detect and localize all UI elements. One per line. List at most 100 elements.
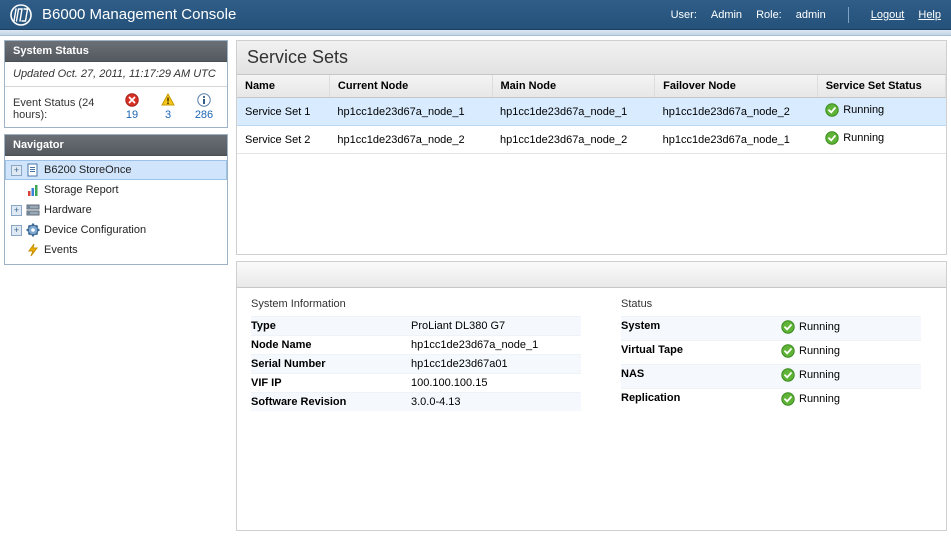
cell-name: Service Set 2: [237, 126, 329, 154]
sysinfo-row: TypeProLiant DL380 G7: [251, 316, 581, 335]
column-header[interactable]: Name: [237, 75, 329, 98]
spacer: [11, 245, 22, 256]
nav-item-label: Storage Report: [44, 184, 119, 196]
navigator-panel: Navigator + B6200 StoreOnce Storage Report…: [4, 134, 228, 265]
page-title: Service Sets: [237, 41, 946, 75]
table-row[interactable]: Service Set 2hp1cc1de23d67a_node_2hp1cc1…: [237, 126, 946, 154]
status-row: SystemRunning: [621, 316, 921, 340]
system-status-panel: System Status Updated Oct. 27, 2011, 11:…: [4, 40, 228, 128]
status-title: Status: [621, 298, 921, 310]
expand-icon[interactable]: +: [11, 165, 22, 176]
status-key: Replication: [621, 392, 781, 409]
detail-tabs: [237, 262, 946, 288]
status-section: Status SystemRunningVirtual TapeRunningN…: [621, 298, 921, 412]
spacer: [11, 185, 22, 196]
doc-icon: [26, 163, 40, 177]
status-row: Virtual TapeRunning: [621, 340, 921, 364]
sysinfo-value: hp1cc1de23d67a_node_1: [411, 339, 581, 351]
app-title: B6000 Management Console: [42, 6, 236, 23]
detail-panel: System Information TypeProLiant DL380 G7…: [236, 261, 947, 531]
ok-icon: [781, 344, 795, 358]
navigator-header: Navigator: [5, 135, 227, 156]
ok-icon: [825, 131, 839, 145]
user-label: User:: [671, 9, 697, 21]
system-status-header: System Status: [5, 41, 227, 62]
column-header[interactable]: Service Set Status: [817, 75, 945, 98]
status-value: Running: [781, 320, 921, 337]
sysinfo-key: VIF IP: [251, 377, 411, 389]
error-count[interactable]: 19: [126, 109, 138, 121]
sysinfo-key: Software Revision: [251, 396, 411, 408]
event-status-row: Event Status (24 hours): 19 3 286: [5, 87, 227, 127]
ok-icon: [781, 368, 795, 382]
nav-item-storage-report[interactable]: Storage Report: [5, 180, 227, 200]
sysinfo-row: Software Revision3.0.0-4.13: [251, 392, 581, 411]
nav-item-b6200-storeonce[interactable]: + B6200 StoreOnce: [5, 160, 227, 180]
cell-name: Service Set 1: [237, 98, 329, 126]
column-header[interactable]: Failover Node: [655, 75, 818, 98]
chart-icon: [26, 183, 40, 197]
cell-main: hp1cc1de23d67a_node_1: [492, 98, 655, 126]
status-key: Virtual Tape: [621, 344, 781, 361]
status-row: ReplicationRunning: [621, 388, 921, 412]
sysinfo-row: Node Namehp1cc1de23d67a_node_1: [251, 335, 581, 354]
warning-icon: [161, 93, 175, 107]
status-value: Running: [781, 368, 921, 385]
gear-icon: [26, 223, 40, 237]
sysinfo-row: VIF IP100.100.100.15: [251, 373, 581, 392]
cell-failover: hp1cc1de23d67a_node_1: [655, 126, 818, 154]
status-value: Running: [781, 392, 921, 409]
help-link[interactable]: Help: [918, 9, 941, 21]
service-sets-table: NameCurrent NodeMain NodeFailover NodeSe…: [237, 75, 946, 154]
sysinfo-key: Type: [251, 320, 411, 332]
sysinfo-value: hp1cc1de23d67a01: [411, 358, 581, 370]
status-row: NASRunning: [621, 364, 921, 388]
service-sets-panel: Service Sets NameCurrent NodeMain NodeFa…: [236, 40, 947, 255]
ok-icon: [781, 392, 795, 406]
column-header[interactable]: Current Node: [329, 75, 492, 98]
ok-icon: [781, 320, 795, 334]
navigator-tree: +B6200 StoreOnceStorage Report+Hardware+…: [5, 156, 227, 264]
nav-item-device-configuration[interactable]: + Device Configuration: [5, 220, 227, 240]
sysinfo-title: System Information: [251, 298, 581, 310]
logout-link[interactable]: Logout: [871, 9, 905, 21]
sysinfo-value: ProLiant DL380 G7: [411, 320, 581, 332]
cell-status: Running: [817, 98, 945, 126]
status-value: Running: [781, 344, 921, 361]
top-bar: B6000 Management Console User: Admin Rol…: [0, 0, 951, 30]
sysinfo-value: 3.0.0-4.13: [411, 396, 581, 408]
nav-item-label: Hardware: [44, 204, 92, 216]
divider: [848, 7, 849, 23]
info-count[interactable]: 286: [195, 109, 213, 121]
nav-item-events[interactable]: Events: [5, 240, 227, 260]
status-key: NAS: [621, 368, 781, 385]
hp-logo-icon: [10, 4, 32, 26]
cell-main: hp1cc1de23d67a_node_2: [492, 126, 655, 154]
error-icon: [125, 93, 139, 107]
user-block: User: Admin Role: admin Logout Help: [671, 7, 941, 23]
role-label: Role:: [756, 9, 782, 21]
event-status-label: Event Status (24 hours):: [13, 97, 111, 121]
expand-icon[interactable]: +: [11, 205, 22, 216]
sysinfo-value: 100.100.100.15: [411, 377, 581, 389]
ok-icon: [825, 103, 839, 117]
expand-icon[interactable]: +: [11, 225, 22, 236]
status-key: System: [621, 320, 781, 337]
role-value: admin: [796, 9, 826, 21]
nav-item-label: Device Configuration: [44, 224, 146, 236]
cell-failover: hp1cc1de23d67a_node_2: [655, 98, 818, 126]
bolt-icon: [26, 243, 40, 257]
table-row[interactable]: Service Set 1 hp1cc1de23d67a_node_1hp1cc1…: [237, 98, 946, 126]
status-updated: Updated Oct. 27, 2011, 11:17:29 AM UTC: [5, 62, 227, 87]
sysinfo-key: Serial Number: [251, 358, 411, 370]
nav-item-label: Events: [44, 244, 78, 256]
nav-item-hardware[interactable]: + Hardware: [5, 200, 227, 220]
system-information-section: System Information TypeProLiant DL380 G7…: [251, 298, 581, 412]
cell-current: hp1cc1de23d67a_node_2: [329, 126, 492, 154]
info-icon: [197, 93, 211, 107]
warning-count[interactable]: 3: [165, 109, 171, 121]
sysinfo-row: Serial Numberhp1cc1de23d67a01: [251, 354, 581, 373]
nav-item-label: B6200 StoreOnce: [44, 164, 131, 176]
user-value: Admin: [711, 9, 742, 21]
column-header[interactable]: Main Node: [492, 75, 655, 98]
